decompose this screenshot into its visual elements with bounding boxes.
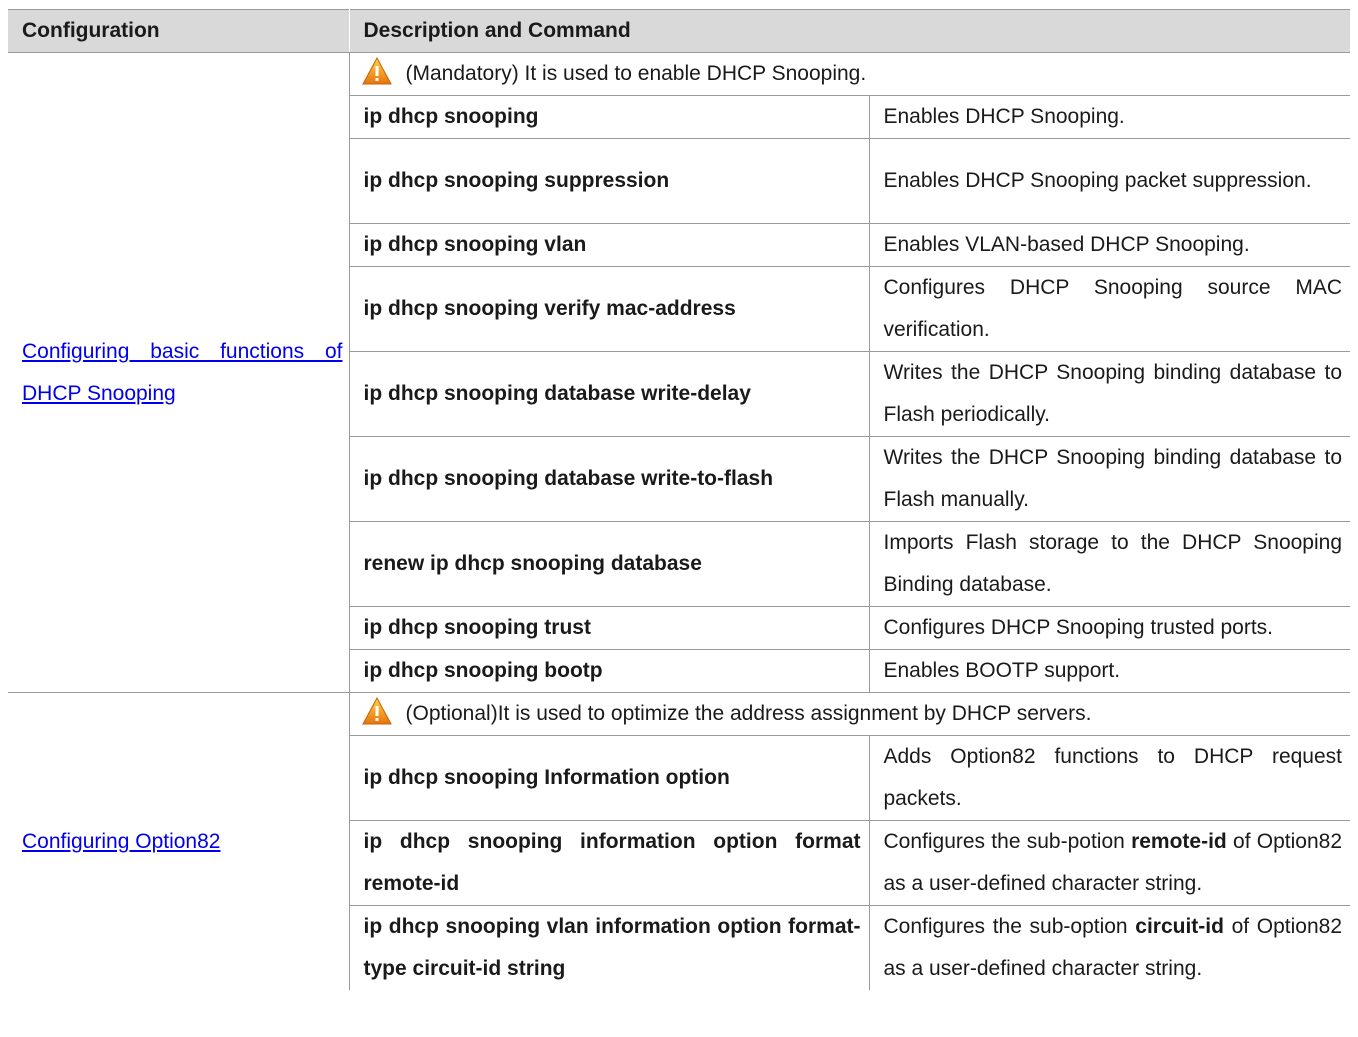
link-configuring-option82[interactable]: Configuring Option82 — [22, 821, 343, 863]
note-optional: (Optional)It is used to optimize the add… — [349, 692, 1351, 736]
description-cell: Writes the DHCP Snooping binding databas… — [869, 436, 1351, 522]
command-cell: ip dhcp snooping database write-to-flash — [349, 436, 870, 522]
section-option82-note-row: Configuring Option82 (Optional)It is use… — [8, 692, 1351, 990]
description-cell: Configures DHCP Snooping source MAC veri… — [869, 266, 1351, 352]
note-text: (Mandatory) It is used to enable DHCP Sn… — [405, 62, 867, 85]
command-cell: ip dhcp snooping — [349, 95, 870, 139]
config-cell-basic: Configuring basic functions of DHCP Snoo… — [8, 52, 350, 693]
command-cell: ip dhcp snooping database write-delay — [349, 351, 870, 437]
command-cell: ip dhcp snooping information option form… — [349, 820, 870, 906]
command-cell: ip dhcp snooping bootp — [349, 649, 870, 693]
description-text: Configures the sub-potion — [883, 830, 1132, 853]
description-keyword: circuit-id — [1135, 915, 1224, 938]
command-cell: ip dhcp snooping vlan — [349, 223, 870, 267]
command-cell: ip dhcp snooping trust — [349, 606, 870, 650]
note-text: (Optional)It is used to optimize the add… — [405, 702, 1092, 725]
command-cell: ip dhcp snooping Information option — [349, 735, 870, 821]
description-cell: Configures the sub-option circuit-id of … — [869, 906, 1350, 991]
section-basic-note-row: Configuring basic functions of DHCP Snoo… — [8, 52, 1351, 693]
description-cell: Configures the sub-potion remote-id of O… — [869, 820, 1351, 906]
warning-triangle-icon — [361, 697, 392, 725]
description-cell: Adds Option82 functions to DHCP request … — [869, 735, 1351, 821]
header-description-command: Description and Command — [349, 9, 1351, 53]
note-mandatory: (Mandatory) It is used to enable DHCP Sn… — [349, 52, 1351, 96]
header-configuration: Configuration — [8, 9, 350, 53]
table-header-row: Configuration Description and Command — [8, 9, 1351, 53]
command-cell: ip dhcp snooping suppression — [349, 138, 870, 224]
description-text: Configures the sub-option — [883, 915, 1136, 938]
description-cell: Writes the DHCP Snooping binding databas… — [869, 351, 1351, 437]
description-cell: Configures DHCP Snooping trusted ports. — [869, 606, 1351, 650]
command-cell: ip dhcp snooping verify mac-address — [349, 266, 870, 352]
description-cell: Imports Flash storage to the DHCP Snoopi… — [869, 521, 1351, 607]
command-cell: ip dhcp snooping vlan information option… — [349, 905, 870, 990]
config-cell-option82: Configuring Option82 — [8, 692, 350, 990]
description-cell: Enables DHCP Snooping. — [869, 95, 1351, 139]
description-keyword: remote-id — [1131, 830, 1227, 853]
description-cell: Enables BOOTP support. — [869, 649, 1351, 693]
warning-triangle-icon — [361, 57, 392, 85]
description-cell: Enables VLAN-based DHCP Snooping. — [869, 223, 1351, 267]
command-cell: renew ip dhcp snooping database — [349, 521, 870, 607]
link-configuring-basic-functions[interactable]: Configuring basic functions of DHCP Snoo… — [22, 331, 343, 415]
description-cell: Enables DHCP Snooping packet suppression… — [869, 138, 1351, 224]
config-table: Configuration Description and Command Co… — [8, 9, 1351, 991]
